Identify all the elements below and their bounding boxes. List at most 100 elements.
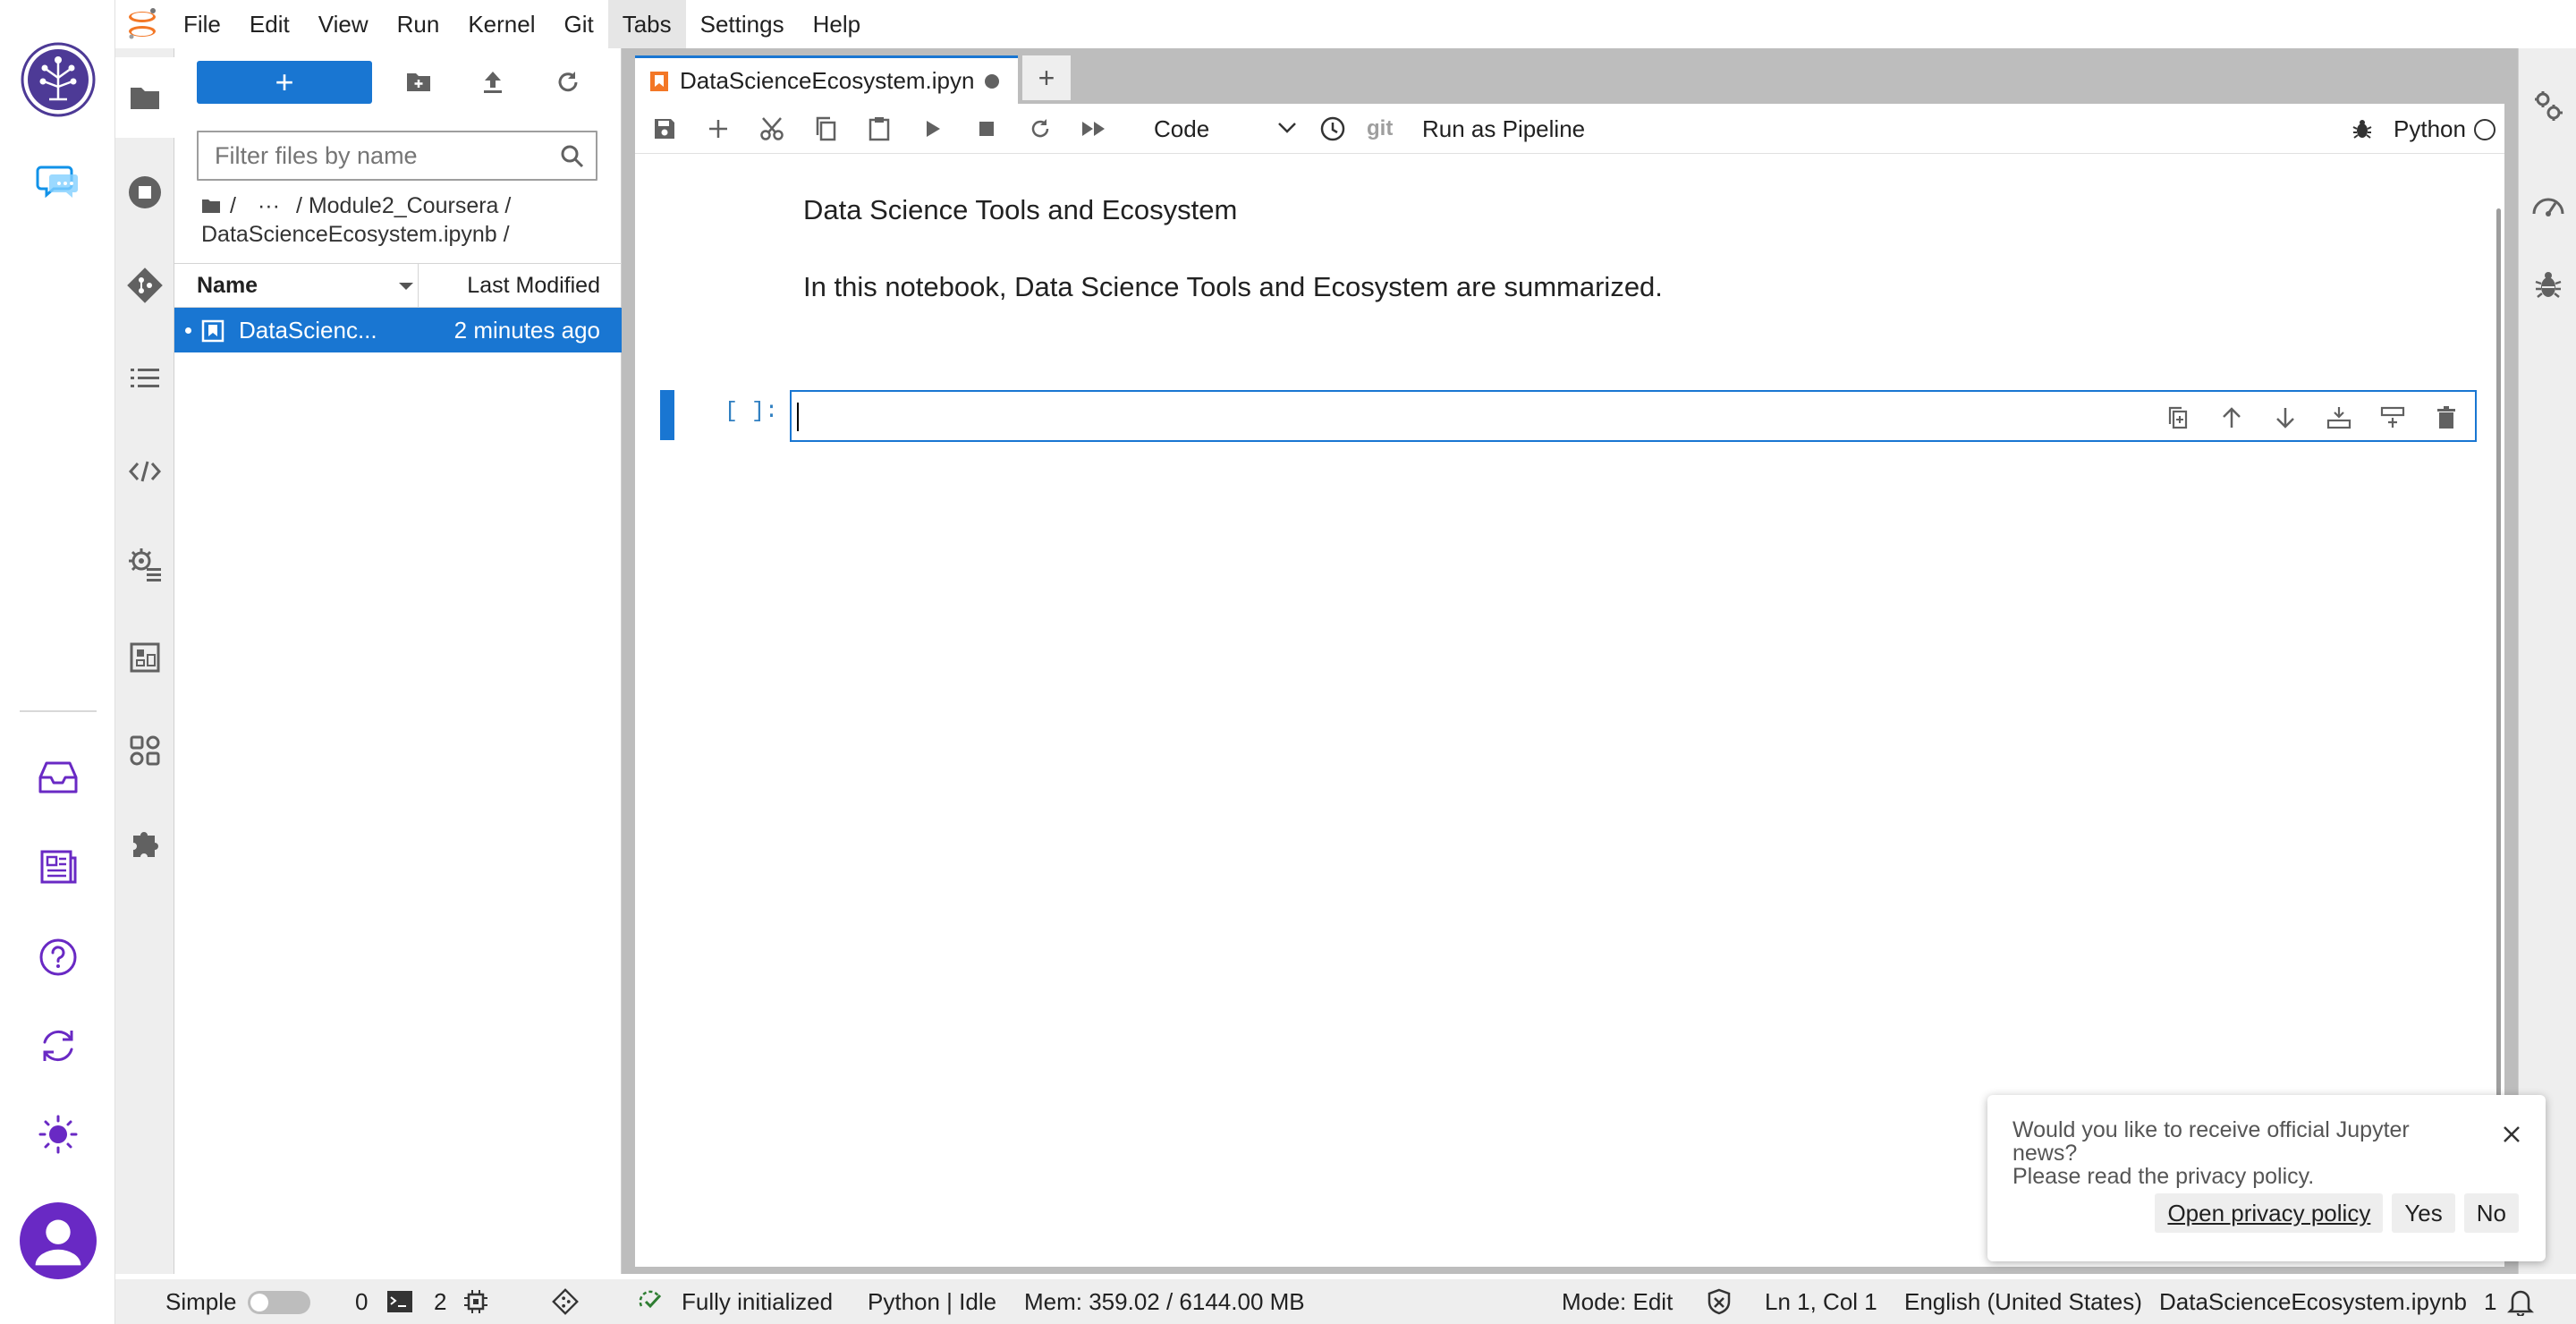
markdown-heading[interactable]: Data Science Tools and Ecosystem <box>803 194 1237 226</box>
move-up-icon[interactable] <box>2214 403 2250 433</box>
move-down-icon[interactable] <box>2267 403 2303 433</box>
terminal-icon[interactable] <box>386 1288 413 1315</box>
kernel-info[interactable]: Python | Idle <box>868 1279 996 1324</box>
left-side-tabs <box>115 48 174 1274</box>
debugger-toggle-icon[interactable] <box>2343 111 2381 147</box>
new-folder-button[interactable] <box>392 61 445 104</box>
refresh-button[interactable] <box>541 61 595 104</box>
document-tab-bar: DataScienceEcosystem.ipyn + <box>622 48 2518 104</box>
unsaved-indicator-icon[interactable] <box>985 73 1000 89</box>
chat-icon[interactable] <box>20 143 97 220</box>
sync-icon[interactable] <box>20 1007 97 1084</box>
kernel-name-button[interactable]: Python <box>2394 111 2466 147</box>
notebook-scrollbar[interactable] <box>2496 208 2501 1121</box>
rail-separator <box>20 710 97 712</box>
restart-run-all-button[interactable] <box>1075 111 1113 147</box>
time-icon[interactable] <box>1314 111 1352 147</box>
property-inspector-icon[interactable] <box>2519 70 2576 141</box>
menu-tabs[interactable]: Tabs <box>607 0 686 48</box>
insert-cell-button[interactable] <box>699 111 737 147</box>
run-icon <box>927 121 940 137</box>
markdown-paragraph[interactable]: In this notebook, Data Science Tools and… <box>803 271 1663 303</box>
inbox-icon[interactable] <box>20 739 97 816</box>
cell-type-dropdown[interactable]: Code <box>1154 111 1297 147</box>
menu-kernel[interactable]: Kernel <box>453 0 549 48</box>
git-icon[interactable] <box>115 245 174 326</box>
toc-icon[interactable] <box>115 338 174 419</box>
kernels-count[interactable]: 2 <box>434 1279 446 1324</box>
git-status-icon[interactable] <box>552 1288 579 1315</box>
breadcrumb-folder[interactable]: / Module2_Coursera / <box>296 191 511 220</box>
menu-run[interactable]: Run <box>383 0 454 48</box>
breadcrumb-file[interactable]: DataScienceEcosystem.ipynb / <box>201 220 510 249</box>
active-cell-indicator[interactable] <box>660 390 674 440</box>
breadcrumb-root[interactable]: / <box>230 191 236 220</box>
git-diff-button[interactable]: git <box>1367 111 1393 147</box>
ibm-logo-icon[interactable] <box>20 41 97 118</box>
run-cell-button[interactable] <box>914 111 952 147</box>
language-selector[interactable]: English (United States) <box>1904 1279 2142 1324</box>
menu-file[interactable]: File <box>169 0 235 48</box>
simple-mode-toggle[interactable] <box>248 1291 310 1314</box>
upload-icon <box>484 72 502 93</box>
insert-above-icon[interactable] <box>2321 403 2357 433</box>
news-icon[interactable] <box>20 828 97 905</box>
interrupt-kernel-button[interactable] <box>968 111 1005 147</box>
components-icon[interactable] <box>115 710 174 791</box>
menu-settings[interactable]: Settings <box>686 0 799 48</box>
upload-button[interactable] <box>466 61 520 104</box>
add-tab-button[interactable]: + <box>1022 55 1071 100</box>
settings-icon[interactable] <box>115 524 174 605</box>
theme-icon[interactable] <box>20 1096 97 1173</box>
restart-kernel-button[interactable] <box>1021 111 1059 147</box>
status-bar: Simple 0 2 Fully initialized Python | Id… <box>115 1279 2576 1324</box>
column-modified-header[interactable]: Last Modified <box>467 264 600 307</box>
cut-button[interactable] <box>753 111 791 147</box>
terminals-count[interactable]: 0 <box>355 1279 368 1324</box>
delete-cell-icon[interactable] <box>2428 403 2464 433</box>
current-file-name: DataScienceEcosystem.ipynb <box>2159 1288 2467 1315</box>
run-as-pipeline-button[interactable]: Run as Pipeline <box>1422 111 1585 147</box>
menu-bar: File Edit View Run Kernel Git Tabs Setti… <box>115 0 2576 48</box>
insert-below-icon[interactable] <box>2375 403 2411 433</box>
file-list-item[interactable]: DataScienc... 2 minutes ago <box>174 308 622 352</box>
cell-prompt: [ ]: <box>724 398 779 424</box>
add-icon <box>709 120 727 138</box>
help-icon[interactable] <box>20 919 97 996</box>
extensions-icon[interactable] <box>115 803 174 884</box>
user-avatar-icon[interactable] <box>20 1202 97 1279</box>
notification-count[interactable]: 1 <box>2484 1279 2496 1324</box>
breadcrumb-home-folder-icon[interactable] <box>201 198 221 214</box>
trusted-notebook-icon[interactable] <box>1706 1288 1733 1315</box>
bell-icon[interactable] <box>2507 1288 2534 1316</box>
code-snippets-icon[interactable] <box>115 431 174 512</box>
tab-notebook[interactable]: DataScienceEcosystem.ipyn <box>635 55 1018 104</box>
code-cell-editor[interactable] <box>790 390 2477 442</box>
yes-button[interactable]: Yes <box>2392 1193 2455 1233</box>
no-button[interactable]: No <box>2463 1193 2519 1233</box>
open-privacy-policy-button[interactable]: Open privacy policy <box>2155 1193 2384 1233</box>
close-icon[interactable] <box>2499 1122 2524 1147</box>
menu-git[interactable]: Git <box>549 0 607 48</box>
column-name-header[interactable]: Name <box>197 264 419 307</box>
filter-files-field <box>197 131 597 181</box>
copy-button[interactable] <box>807 111 844 147</box>
paste-button[interactable] <box>860 111 898 147</box>
toggle-knob <box>250 1294 268 1311</box>
filter-files-input[interactable] <box>199 132 547 179</box>
news-notification: Would you like to receive official Jupyt… <box>1987 1095 2546 1261</box>
save-button[interactable] <box>646 111 683 147</box>
menu-view[interactable]: View <box>304 0 383 48</box>
new-launcher-button[interactable]: + <box>197 61 372 104</box>
menu-edit[interactable]: Edit <box>235 0 304 48</box>
kernel-chip-icon[interactable] <box>462 1288 489 1315</box>
resource-usage-icon[interactable] <box>2519 168 2576 240</box>
debugger-icon[interactable] <box>2519 249 2576 320</box>
cursor-position[interactable]: Ln 1, Col 1 <box>1765 1279 1877 1324</box>
duplicate-cell-icon[interactable] <box>2160 403 2196 433</box>
variable-inspector-icon[interactable] <box>115 617 174 698</box>
folder-icon[interactable] <box>115 57 174 138</box>
menu-help[interactable]: Help <box>799 0 875 48</box>
running-icon[interactable] <box>115 152 174 233</box>
breadcrumb-ellipsis[interactable]: ··· <box>258 191 280 220</box>
